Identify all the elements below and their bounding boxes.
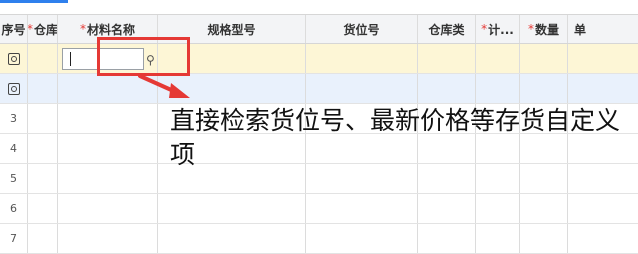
col-seq[interactable]: 序号 bbox=[0, 15, 28, 43]
col-warehouse-type[interactable]: 仓库类 bbox=[418, 15, 476, 43]
cell-quantity[interactable] bbox=[520, 44, 568, 73]
cell-warehouse-type[interactable] bbox=[418, 74, 476, 103]
row-index: 4 bbox=[0, 134, 28, 163]
cell-warehouse[interactable] bbox=[28, 224, 58, 253]
cell-quantity[interactable] bbox=[520, 74, 568, 103]
cell-material-name[interactable] bbox=[58, 224, 158, 253]
settings-icon[interactable] bbox=[7, 82, 20, 95]
cell-quantity[interactable] bbox=[520, 224, 568, 253]
cell-measure[interactable] bbox=[476, 224, 520, 253]
cell-location[interactable] bbox=[306, 224, 418, 253]
col-unit[interactable]: 单 bbox=[568, 15, 604, 43]
row-index: 5 bbox=[0, 164, 28, 193]
table-row[interactable] bbox=[0, 74, 638, 104]
cell-spec[interactable] bbox=[158, 224, 306, 253]
cell-spec[interactable] bbox=[158, 74, 306, 103]
table-row[interactable]: 7 bbox=[0, 224, 638, 254]
row-settings[interactable] bbox=[0, 74, 28, 103]
cell-measure[interactable] bbox=[476, 194, 520, 223]
row-index: 7 bbox=[0, 224, 28, 253]
table-row[interactable]: 6 bbox=[0, 194, 638, 224]
cell-location[interactable] bbox=[306, 74, 418, 103]
text-caret bbox=[70, 52, 71, 66]
col-spec[interactable]: 规格型号 bbox=[158, 15, 306, 43]
settings-icon[interactable] bbox=[7, 52, 20, 65]
cell-measure[interactable] bbox=[476, 74, 520, 103]
cell-material-name[interactable] bbox=[58, 104, 158, 133]
cell-unit[interactable] bbox=[568, 194, 604, 223]
top-accent-bar bbox=[0, 0, 68, 3]
table-header: 序号 *仓库 *材料名称 规格型号 货位号 仓库类 *计... *数量 单 bbox=[0, 14, 638, 44]
row-index: 6 bbox=[0, 194, 28, 223]
cell-material-name[interactable] bbox=[58, 194, 158, 223]
cell-warehouse[interactable] bbox=[28, 134, 58, 163]
material-name-input[interactable] bbox=[62, 48, 144, 70]
cell-warehouse[interactable] bbox=[28, 164, 58, 193]
cell-location[interactable] bbox=[306, 194, 418, 223]
col-quantity[interactable]: * 数量 bbox=[520, 15, 568, 43]
col-measure[interactable]: * 计... bbox=[476, 15, 520, 43]
cell-location[interactable] bbox=[306, 44, 418, 73]
cell-spec[interactable] bbox=[158, 44, 306, 73]
cell-warehouse[interactable] bbox=[28, 104, 58, 133]
cell-warehouse-type[interactable] bbox=[418, 44, 476, 73]
cell-material-name[interactable] bbox=[58, 74, 158, 103]
cell-material-name[interactable]: ⚲ bbox=[58, 44, 158, 73]
cell-warehouse-type[interactable] bbox=[418, 194, 476, 223]
cell-warehouse[interactable] bbox=[28, 194, 58, 223]
cell-warehouse-type[interactable] bbox=[418, 224, 476, 253]
annotation-text: 直接检索货位号、最新价格等存货自定义项 bbox=[170, 106, 621, 169]
col-location[interactable]: 货位号 bbox=[306, 15, 418, 43]
row-index: 3 bbox=[0, 104, 28, 133]
cell-unit[interactable] bbox=[568, 224, 604, 253]
cell-unit[interactable] bbox=[568, 44, 604, 73]
col-material-name[interactable]: * 材料名称 bbox=[58, 15, 158, 43]
cell-material-name[interactable] bbox=[58, 134, 158, 163]
cell-spec[interactable] bbox=[158, 194, 306, 223]
cell-unit[interactable] bbox=[568, 74, 604, 103]
cell-measure[interactable] bbox=[476, 44, 520, 73]
cell-warehouse[interactable] bbox=[28, 74, 58, 103]
col-warehouse[interactable]: *仓库 bbox=[28, 15, 58, 43]
row-settings[interactable] bbox=[0, 44, 28, 73]
cell-quantity[interactable] bbox=[520, 194, 568, 223]
cell-warehouse[interactable] bbox=[28, 44, 58, 73]
cell-material-name[interactable] bbox=[58, 164, 158, 193]
search-icon[interactable]: ⚲ bbox=[146, 53, 155, 67]
table-row[interactable]: ⚲ bbox=[0, 44, 638, 74]
